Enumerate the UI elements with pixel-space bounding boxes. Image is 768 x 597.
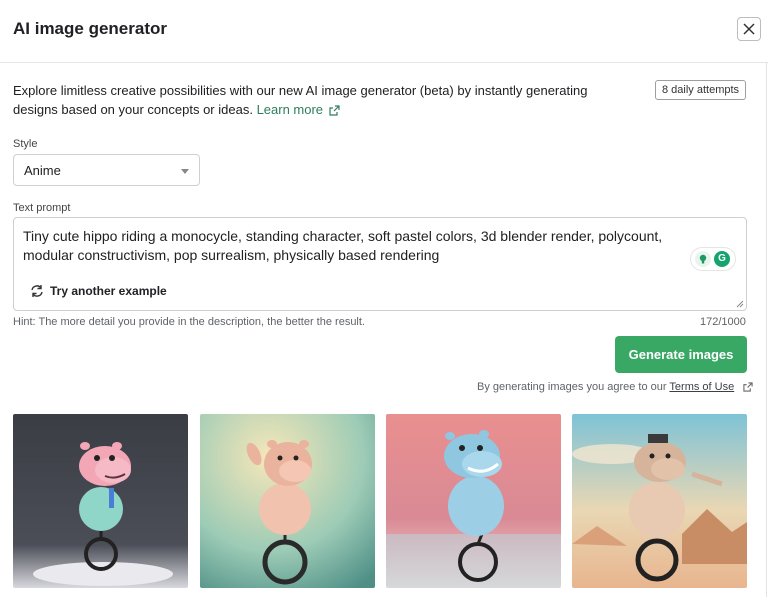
- prompt-textarea[interactable]: Tiny cute hippo riding a monocycle, stan…: [13, 217, 747, 311]
- hippo-image-2[interactable]: [200, 414, 375, 588]
- prompt-text: Tiny cute hippo riding a monocycle, stan…: [23, 228, 663, 263]
- close-button[interactable]: [737, 17, 761, 41]
- generate-images-button[interactable]: Generate images: [615, 336, 747, 373]
- hippo-image-3[interactable]: [386, 414, 561, 588]
- terms-of-use-link[interactable]: Terms of Use: [669, 381, 734, 393]
- external-link-icon: [743, 382, 753, 392]
- grammarly-icon[interactable]: G: [714, 251, 730, 267]
- chevron-down-icon: [181, 169, 189, 174]
- dialog-title: AI image generator: [13, 19, 167, 38]
- style-label: Style: [13, 138, 38, 150]
- dialog-header: AI image generator: [0, 0, 768, 63]
- try-another-label: Try another example: [50, 284, 167, 298]
- hippo-image-4[interactable]: [572, 414, 747, 588]
- character-count: 172/1000: [700, 316, 746, 328]
- prompt-hint: Hint: The more detail you provide in the…: [13, 316, 365, 328]
- scroll-edge: [766, 62, 767, 597]
- hippo-image-1[interactable]: [13, 414, 188, 588]
- close-icon: [743, 23, 755, 35]
- terms-notice: By generating images you agree to our Te…: [477, 381, 753, 393]
- writing-assistant-widget[interactable]: G: [691, 248, 735, 270]
- daily-attempts-badge: 8 daily attempts: [655, 80, 747, 100]
- lightbulb-icon[interactable]: [695, 251, 711, 267]
- style-select[interactable]: Anime: [13, 154, 200, 186]
- refresh-icon: [31, 285, 43, 297]
- intro-description: Explore limitless creative possibilities…: [13, 81, 593, 119]
- terms-prefix: By generating images you agree to our: [477, 381, 667, 393]
- learn-more-link[interactable]: Learn more: [257, 102, 340, 117]
- resize-handle-icon[interactable]: [736, 300, 744, 308]
- prompt-label: Text prompt: [13, 202, 71, 214]
- try-another-example-button[interactable]: Try another example: [29, 281, 167, 301]
- style-selected-value: Anime: [24, 163, 61, 178]
- external-link-icon: [329, 105, 340, 116]
